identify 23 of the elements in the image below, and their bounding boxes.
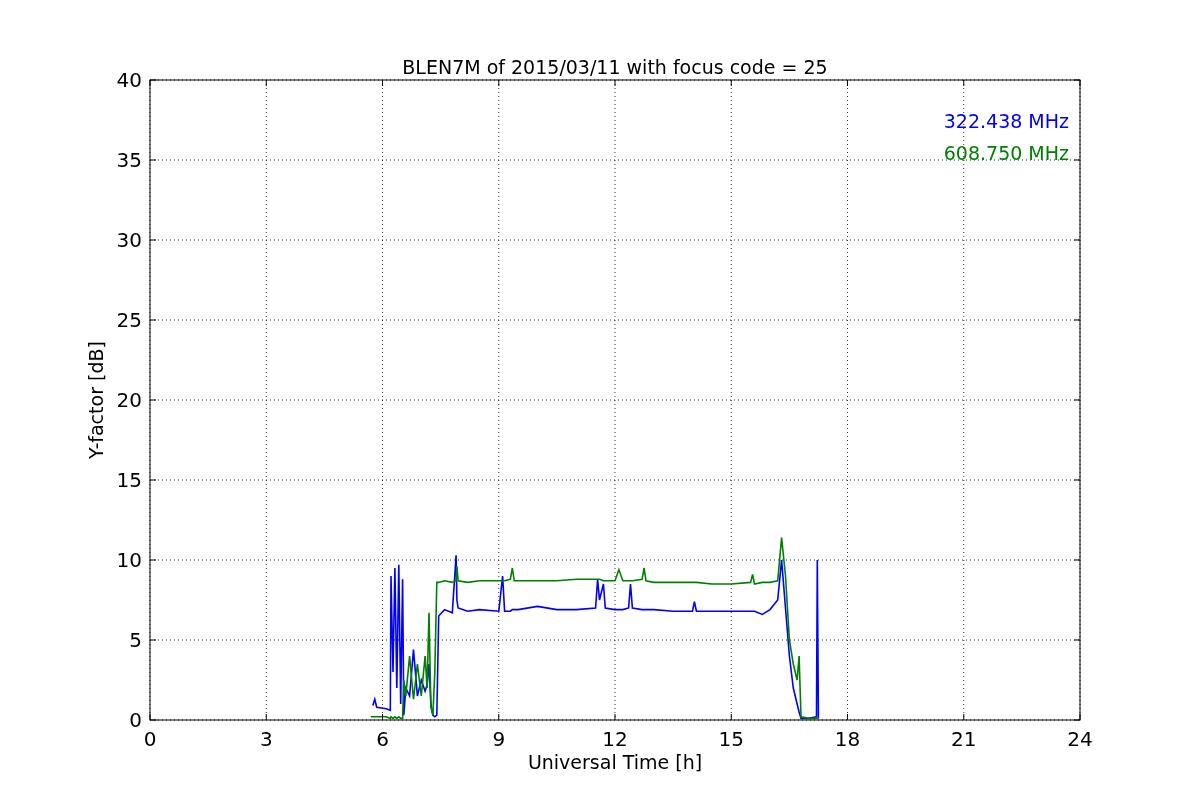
y-tick-label: 5 [129, 628, 142, 652]
y-tick-label: 20 [116, 388, 142, 412]
chart-title: BLEN7M of 2015/03/11 with focus code = 25 [402, 56, 828, 78]
y-tick-label: 40 [116, 68, 142, 92]
x-tick-label: 6 [376, 727, 389, 751]
y-tick-label: 30 [116, 228, 142, 252]
x-tick-label: 3 [259, 727, 273, 751]
x-tick-label: 9 [492, 727, 506, 751]
y-tick-label: 0 [129, 708, 142, 732]
y-tick-label: 15 [116, 468, 142, 492]
x-tick-label: 0 [143, 727, 157, 751]
series-label: 322.438 MHz [943, 110, 1069, 132]
x-tick-label: 12 [602, 727, 628, 751]
x-tick-label: 21 [951, 727, 977, 751]
y-tick-label: 35 [116, 148, 142, 172]
x-tick-label: 15 [718, 727, 744, 751]
y-tick-label: 25 [116, 308, 142, 332]
x-tick-label: 24 [1067, 727, 1093, 751]
y-tick-label: 10 [116, 548, 142, 572]
y-axis-label: Y-factor [dB] [85, 341, 107, 459]
x-axis-label: Universal Time [h] [527, 751, 703, 773]
series-label: 608.750 MHz [943, 142, 1069, 164]
x-tick-label: 18 [834, 727, 861, 751]
